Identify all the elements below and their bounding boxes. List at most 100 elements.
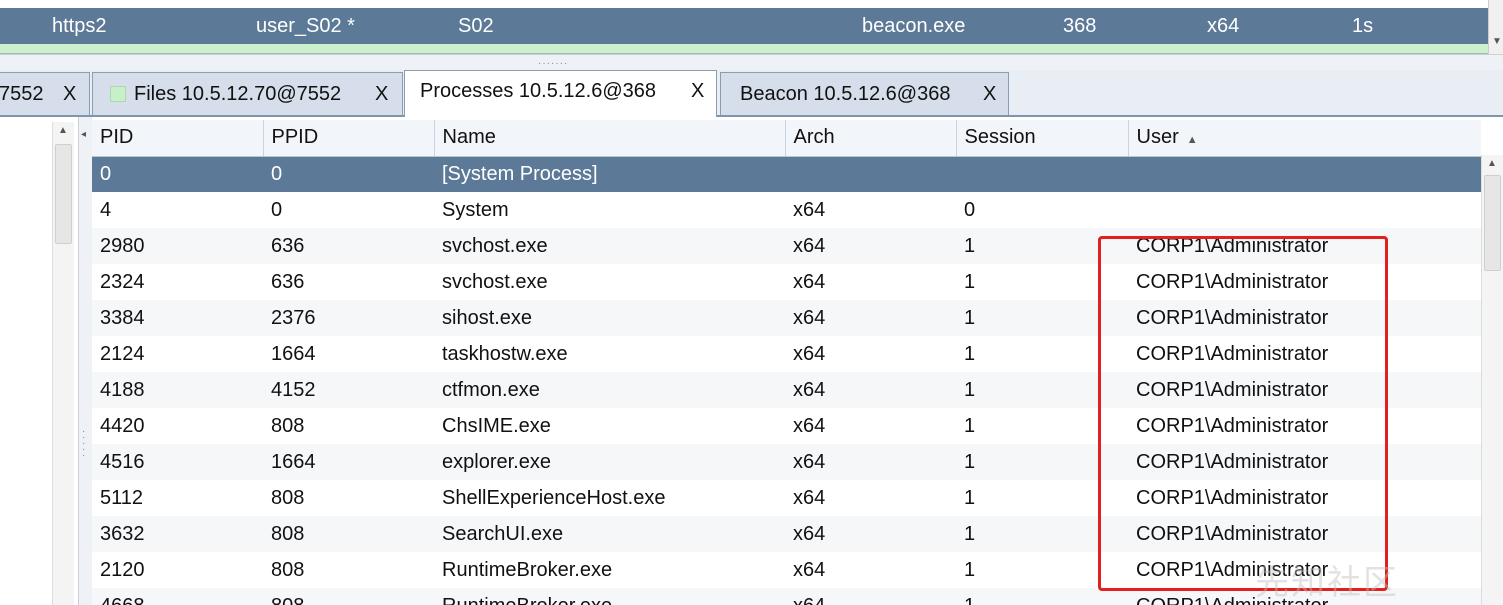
cell-pid: 4516 [92,444,263,480]
scroll-thumb[interactable] [1484,175,1501,271]
tab-close-icon[interactable]: X [983,83,996,106]
tab-processes[interactable]: Processes 10.5.12.6@368 X [404,70,717,117]
cell-name: ctfmon.exe [434,372,785,408]
tab-label: 7552 [0,83,44,105]
cell-user [1128,192,1481,228]
cell-arch: x64 [785,480,956,516]
cell-session [956,156,1128,192]
cell-ppid: 0 [263,192,434,228]
cell-name: taskhostw.exe [434,336,785,372]
beacon-list-scrollbar[interactable]: ▼ [1488,0,1503,56]
cell-ppid: 808 [263,408,434,444]
cell-name: RuntimeBroker.exe [434,552,785,588]
beacon-computer: S02 [458,15,494,37]
cell-name: ChsIME.exe [434,408,785,444]
column-header-session[interactable]: Session [956,120,1129,157]
cell-pid: 2324 [92,264,263,300]
cell-name: RuntimeBroker.exe [434,588,785,605]
left-scrollbar[interactable]: ▲ [52,122,74,605]
beacon-pid: 368 [1063,15,1097,37]
table-row[interactable]: 0 0 [System Process] [92,156,1481,192]
tab-label: Files 10.5.12.70@7552 [134,83,342,105]
cell-pid: 3384 [92,300,263,336]
scroll-up-icon[interactable]: ▲ [1487,158,1497,169]
beacon-row-next[interactable] [0,44,1488,54]
cell-ppid: 808 [263,516,434,552]
cell-pid: 2124 [92,336,263,372]
beacon-listener: https2 [52,15,107,37]
cell-pid: 0 [92,156,263,192]
cell-arch: x64 [785,300,956,336]
splitter-grip-icon[interactable]: · · · · · [82,427,88,461]
cell-arch: x64 [785,372,956,408]
cell-pid: 4188 [92,372,263,408]
sort-ascending-icon: ▲ [1186,134,1198,147]
cell-name: [System Process] [434,156,785,192]
cell-ppid: 636 [263,228,434,264]
cell-name: SearchUI.exe [434,516,785,552]
scroll-up-icon[interactable]: ▲ [58,125,68,136]
column-header-ppid[interactable]: PPID [263,120,435,157]
watermark: 先知社区 [1255,564,1399,602]
beacon-list: https2 user_S02 * S02 beacon.exe 368 x64… [0,0,1503,56]
cell-name: ShellExperienceHost.exe [434,480,785,516]
cell-name: sihost.exe [434,300,785,336]
highlight-annotation [1098,236,1388,591]
cell-arch: x64 [785,228,956,264]
tab-close-icon[interactable]: X [691,80,704,103]
cell-arch: x64 [785,552,956,588]
cell-arch: x64 [785,516,956,552]
cell-name: explorer.exe [434,444,785,480]
collapse-left-icon[interactable]: ◂ [81,129,86,140]
beacon-process: beacon.exe [862,15,966,37]
column-header-user[interactable]: User ▲ [1128,120,1481,157]
cell-arch [785,156,956,192]
tab-partial[interactable]: 7552 X [0,72,90,115]
scroll-thumb[interactable] [55,144,72,244]
beacon-user: user_S02 * [256,15,355,37]
scroll-down-icon[interactable]: ▼ [1492,36,1502,47]
cell-ppid: 1664 [263,444,434,480]
cell-arch: x64 [785,444,956,480]
tab-close-icon[interactable]: X [375,83,388,106]
cell-ppid: 808 [263,552,434,588]
cell-name: svchost.exe [434,264,785,300]
cell-ppid: 636 [263,264,434,300]
tab-bar: 7552 X Files 10.5.12.70@7552 X Processes… [0,70,1503,117]
cell-name: svchost.exe [434,228,785,264]
cell-arch: x64 [785,588,956,605]
table-row[interactable]: 4 0 System x64 0 [92,192,1481,228]
cell-pid: 2980 [92,228,263,264]
column-header-name[interactable]: Name [434,120,786,157]
cell-name: System [434,192,785,228]
column-header-pid[interactable]: PID [92,120,264,157]
tab-label: Processes 10.5.12.6@368 [420,80,657,102]
horizontal-splitter[interactable]: ······· [0,54,1503,70]
cell-ppid: 2376 [263,300,434,336]
cell-pid: 5112 [92,480,263,516]
cell-ppid: 1664 [263,336,434,372]
table-scrollbar[interactable]: ▲ [1481,155,1503,605]
tab-label: Beacon 10.5.12.6@368 [740,83,951,105]
tab-close-icon[interactable]: X [63,83,76,106]
cell-pid: 3632 [92,516,263,552]
cell-pid: 4 [92,192,263,228]
cell-user [1128,156,1481,192]
cell-pid: 4668 [92,588,263,605]
cell-pid: 4420 [92,408,263,444]
beacon-arch: x64 [1207,15,1240,37]
tab-files[interactable]: Files 10.5.12.70@7552 X [92,72,403,115]
tab-beacon[interactable]: Beacon 10.5.12.6@368 X [720,72,1009,115]
column-header-arch[interactable]: Arch [785,120,957,157]
cell-session: 0 [956,192,1128,228]
beacon-row-selected[interactable]: https2 user_S02 * S02 beacon.exe 368 x64… [0,8,1488,44]
splitter-grip-icon[interactable]: ······· [538,58,568,69]
cell-arch: x64 [785,192,956,228]
cell-ppid: 0 [263,156,434,192]
cell-arch: x64 [785,264,956,300]
cell-arch: x64 [785,408,956,444]
cell-pid: 2120 [92,552,263,588]
vertical-splitter[interactable]: ◂ · · · · · [78,117,92,605]
cell-ppid: 4152 [263,372,434,408]
cell-ppid: 808 [263,588,434,605]
